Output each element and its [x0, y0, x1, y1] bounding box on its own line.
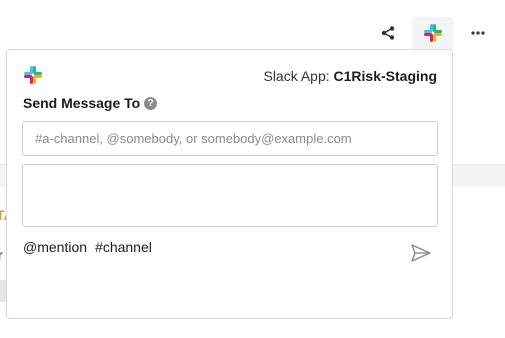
- slack-app-label: Slack App: C1Risk-Staging: [263, 68, 437, 84]
- send-title-text: Send Message To: [23, 95, 141, 111]
- channel-hint[interactable]: #channel: [95, 239, 152, 255]
- share-button[interactable]: [372, 17, 404, 49]
- send-icon: [411, 244, 431, 262]
- share-icon: [381, 26, 395, 40]
- help-icon[interactable]: ?: [144, 96, 158, 110]
- background-fragment: r: [0, 247, 3, 263]
- send-message-heading: Send Message To ?: [23, 95, 158, 111]
- app-name: C1Risk-Staging: [333, 68, 437, 84]
- more-options-button[interactable]: [462, 17, 494, 49]
- more-horizontal-icon: [471, 31, 485, 35]
- slack-logo-icon: [24, 66, 42, 84]
- message-textarea[interactable]: [22, 164, 438, 227]
- slack-button[interactable]: [412, 17, 454, 49]
- toolbar: [0, 17, 505, 49]
- slack-message-popover: Slack App: C1Risk-Staging Send Message T…: [6, 49, 453, 319]
- send-button[interactable]: [410, 242, 432, 264]
- app-prefix: Slack App:: [263, 68, 330, 84]
- insert-hints: @mention #channel: [23, 239, 152, 255]
- recipient-input[interactable]: [22, 121, 438, 156]
- mention-hint[interactable]: @mention: [23, 239, 87, 255]
- slack-icon: [424, 24, 442, 42]
